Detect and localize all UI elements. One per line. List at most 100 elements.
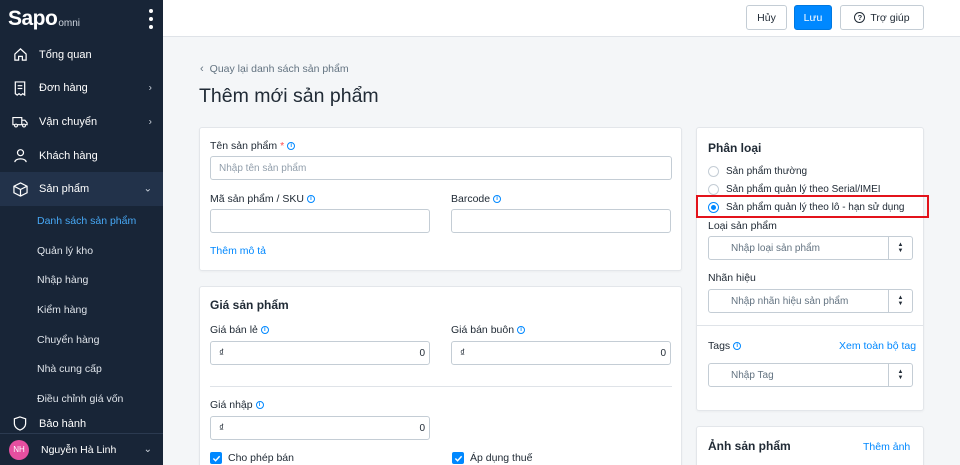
apply-tax-checkbox[interactable] — [452, 452, 464, 464]
sidebar-subitem-transfer[interactable]: Chuyển hàng — [0, 325, 163, 355]
import-price-value: 0 — [419, 422, 425, 434]
currency-symbol: ₫ — [460, 347, 466, 359]
sidebar-item-shipping[interactable]: Vận chuyển › — [0, 105, 163, 139]
divider — [697, 325, 923, 326]
chevron-down-icon: ⌄ — [143, 183, 152, 195]
sidebar-item-label: Khách hàng — [39, 149, 98, 162]
import-price-label-text: Giá nhập — [210, 399, 253, 411]
sidebar-nav: Tổng quan Đơn hàng › Vận chuyển › Khách … — [0, 38, 163, 434]
sidebar-item-label: Tổng quan — [39, 48, 92, 61]
price-card: Giá sản phẩm Giá bán lẻ i ₫ 0 Giá bán bu… — [199, 286, 682, 465]
sidebar-subitem-suppliers[interactable]: Nhà cung cấp — [0, 354, 163, 384]
wholesale-price-input[interactable]: ₫ 0 — [451, 341, 671, 365]
product-type-select[interactable]: Nhập loại sản phẩm ▲ ▼ — [708, 236, 913, 260]
home-icon — [12, 47, 28, 63]
sidebar-item-warranty[interactable]: Bảo hành — [0, 414, 163, 434]
person-icon — [12, 148, 28, 164]
radio-button[interactable] — [708, 166, 719, 177]
tags-select[interactable]: Nhập Tag ▲ ▼ — [708, 363, 913, 387]
sku-input[interactable] — [210, 209, 430, 233]
allow-sale-label: Cho phép bán — [228, 452, 294, 464]
sidebar-subitem-cost-adjust[interactable]: Điều chỉnh giá vốn — [0, 384, 163, 414]
sidebar-subitem-stocktake[interactable]: Kiểm hàng — [0, 295, 163, 325]
radio-label: Sản phẩm thường — [726, 166, 808, 177]
retail-price-label: Giá bán lẻ i — [210, 324, 269, 336]
save-button[interactable]: Lưu — [794, 5, 832, 30]
radio-normal-product[interactable]: Sản phẩm thường — [708, 166, 807, 177]
avatar: NH — [9, 439, 29, 460]
sidebar: Sapo omni Tổng quan Đơn hàng › Vận chuyể… — [0, 0, 163, 465]
sidebar-item-orders[interactable]: Đơn hàng › — [0, 72, 163, 106]
radio-button[interactable] — [708, 184, 719, 195]
barcode-label: Barcode i — [451, 193, 502, 205]
chevron-left-icon: ‹ — [200, 63, 204, 75]
retail-price-input[interactable]: ₫ 0 — [210, 341, 430, 365]
chevron-right-icon: › — [148, 82, 152, 94]
sidebar-item-label: Sản phẩm — [39, 183, 90, 196]
sidebar-subitem-purchase[interactable]: Nhập hàng — [0, 265, 163, 295]
info-icon[interactable]: i — [260, 326, 269, 334]
truck-icon — [12, 114, 28, 130]
info-icon[interactable]: i — [493, 195, 502, 203]
user-name: Nguyễn Hà Linh — [41, 443, 117, 456]
retail-price-label-text: Giá bán lẻ — [210, 324, 258, 336]
currency-symbol: ₫ — [219, 347, 225, 359]
sidebar-item-label: Đơn hàng — [39, 82, 88, 95]
tags-placeholder: Nhập Tag — [731, 369, 774, 381]
allow-sale-checkbox[interactable] — [210, 452, 222, 464]
retail-price-value: 0 — [419, 347, 425, 359]
info-icon[interactable]: i — [255, 401, 264, 409]
view-all-tags-link[interactable]: Xem toàn bộ tag — [839, 340, 916, 352]
product-name-input[interactable]: Nhập tên sản phẩm — [210, 156, 672, 180]
apply-tax-label: Áp dụng thuế — [470, 452, 533, 464]
sidebar-item-products[interactable]: Sản phẩm ⌄ — [0, 172, 163, 206]
sidebar-item-overview[interactable]: Tổng quan — [0, 38, 163, 72]
back-link[interactable]: ‹ Quay lại danh sách sản phẩm — [200, 63, 349, 75]
required-mark: * — [280, 140, 285, 152]
info-icon[interactable]: i — [306, 195, 315, 203]
user-menu[interactable]: NH Nguyễn Hà Linh ⌄ — [0, 433, 163, 465]
radio-serial-product[interactable]: Sản phẩm quản lý theo Serial/IMEI — [708, 184, 881, 195]
kebab-menu-icon[interactable] — [149, 9, 153, 29]
product-type-label: Loại sản phẩm — [708, 220, 777, 232]
receipt-icon — [12, 80, 28, 96]
sidebar-item-label: Bảo hành — [39, 417, 87, 430]
add-description-link[interactable]: Thêm mô tả — [210, 245, 266, 257]
sidebar-subitem-inventory[interactable]: Quản lý kho — [0, 236, 163, 266]
product-type-placeholder: Nhập loại sản phẩm — [731, 242, 820, 254]
info-icon[interactable]: i — [733, 342, 742, 350]
box-icon — [12, 181, 28, 197]
logo-bar: Sapo omni — [0, 0, 163, 38]
question-icon: ? — [854, 12, 866, 23]
chevron-right-icon: › — [148, 116, 152, 128]
radio-label: Sản phẩm quản lý theo Serial/IMEI — [726, 184, 881, 195]
shield-icon — [12, 416, 28, 432]
classification-card: Phân loại Sản phẩm thường Sản phẩm quản … — [696, 127, 924, 411]
barcode-input[interactable] — [451, 209, 671, 233]
top-bar: Hủy Lưu ? Trợ giúp — [163, 0, 960, 37]
import-price-input[interactable]: ₫ 0 — [210, 416, 430, 440]
info-icon[interactable]: i — [517, 326, 526, 334]
product-info-card: Tên sản phẩm * i Nhập tên sản phẩm Mã sả… — [199, 127, 682, 271]
brand-placeholder: Nhập nhãn hiệu sản phẩm — [731, 295, 849, 307]
brand-label: Nhãn hiệu — [708, 272, 756, 284]
price-card-title: Giá sản phẩm — [210, 298, 289, 312]
brand-select[interactable]: Nhập nhãn hiệu sản phẩm ▲ ▼ — [708, 289, 913, 313]
images-title: Ảnh sản phẩm — [708, 439, 791, 453]
sidebar-subitem-product-list[interactable]: Danh sách sản phẩm — [0, 206, 163, 236]
logo-subtitle: omni — [58, 17, 81, 29]
product-name-label-text: Tên sản phẩm — [210, 140, 278, 152]
cancel-button[interactable]: Hủy — [746, 5, 787, 30]
sku-label: Mã sản phẩm / SKU i — [210, 193, 315, 205]
sidebar-item-customers[interactable]: Khách hàng — [0, 139, 163, 173]
tags-label-text: Tags — [708, 340, 731, 352]
select-arrows-icon: ▲ ▼ — [888, 290, 912, 312]
info-icon[interactable]: i — [287, 142, 296, 150]
product-images-card: Ảnh sản phẩm Thêm ảnh — [696, 426, 924, 465]
select-arrows-icon: ▲ ▼ — [888, 364, 912, 386]
sapo-logo[interactable]: Sapo — [8, 7, 58, 31]
add-image-link[interactable]: Thêm ảnh — [863, 441, 910, 453]
help-button[interactable]: ? Trợ giúp — [840, 5, 924, 30]
currency-symbol: ₫ — [219, 422, 225, 434]
page-title: Thêm mới sản phẩm — [199, 85, 379, 107]
